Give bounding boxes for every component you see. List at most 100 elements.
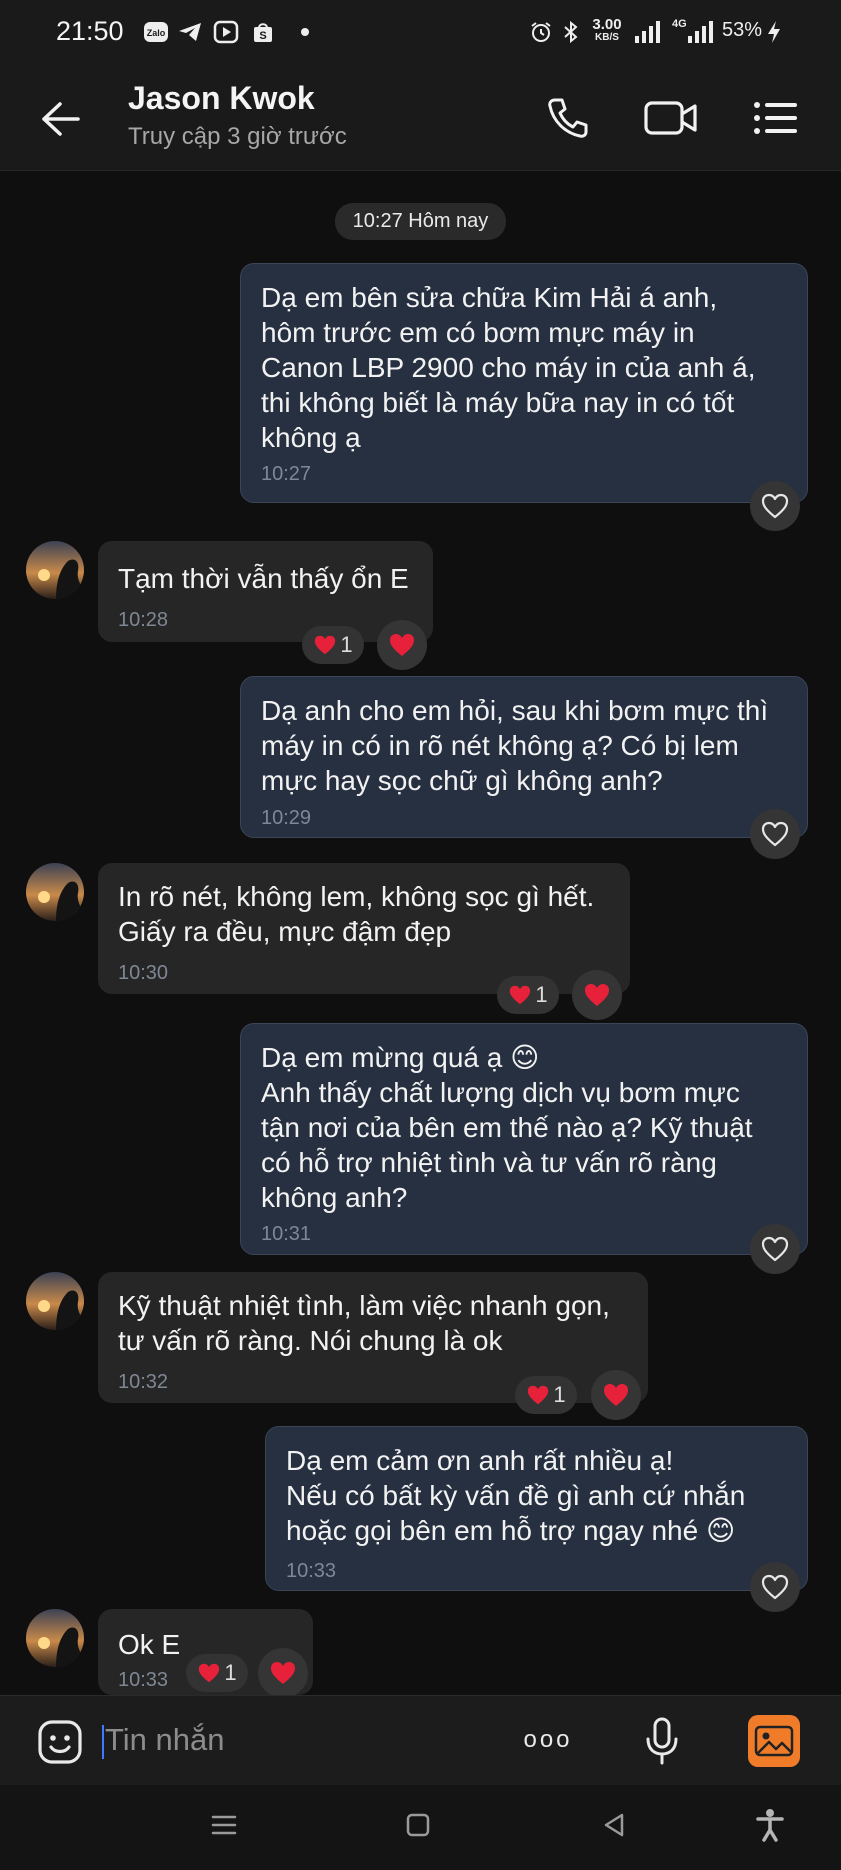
message-time: 10:27 xyxy=(261,463,312,485)
incoming-message[interactable]: In rõ nét, không lem, không sọc gì hết. … xyxy=(98,863,630,994)
heart-icon xyxy=(390,634,414,656)
accessibility-icon xyxy=(756,1809,784,1842)
react-heart-button[interactable] xyxy=(750,481,800,531)
microphone-icon xyxy=(646,1717,678,1765)
message-time: 10:30 xyxy=(118,962,169,984)
contact-name[interactable]: Jason Kwok xyxy=(128,80,315,117)
avatar-sunset-image xyxy=(26,541,84,599)
outgoing-message[interactable]: Dạ em bên sửa chữa Kim Hải á anh, hôm tr… xyxy=(240,263,808,503)
voice-call-button[interactable] xyxy=(540,90,596,146)
sticker-button[interactable] xyxy=(34,1716,86,1768)
video-camera-icon xyxy=(644,101,697,135)
message-time: 10:33 xyxy=(118,1669,169,1691)
accessibility-button[interactable] xyxy=(752,1805,788,1845)
message-input[interactable]: Tin nhắn xyxy=(102,1716,482,1764)
recent-apps-button[interactable] xyxy=(206,1807,242,1843)
more-notifications-dot-icon xyxy=(298,20,312,44)
heart-outline-icon xyxy=(761,1574,789,1600)
message-time: 10:33 xyxy=(286,1560,337,1582)
video-call-button[interactable] xyxy=(640,90,702,146)
heart-outline-icon xyxy=(761,821,789,847)
outgoing-message[interactable]: Dạ anh cho em hỏi, sau khi bơm mực thì m… xyxy=(240,676,808,838)
send-image-button[interactable] xyxy=(748,1715,800,1767)
message-input-bar: Tin nhắn ooo xyxy=(0,1695,841,1786)
heart-icon xyxy=(528,1385,549,1405)
message-text: Dạ anh cho em hỏi, sau khi bơm mực thì m… xyxy=(261,695,769,796)
outgoing-message[interactable]: Dạ em cảm ơn anh rất nhiều ạ! Nếu có bất… xyxy=(265,1426,808,1591)
heart-outline-icon xyxy=(761,493,789,519)
message-text: Dạ em cảm ơn anh rất nhiều ạ! Nếu có bất… xyxy=(286,1445,746,1546)
heart-icon xyxy=(271,1662,295,1684)
media-notification-icon xyxy=(212,20,240,44)
status-bar: 21:50 Zalo S 3.00 KB/S 4G 53% xyxy=(0,0,841,66)
react-heart-button[interactable] xyxy=(572,970,622,1020)
phone-icon xyxy=(548,98,588,138)
system-navigation-bar xyxy=(0,1785,841,1870)
message-time: 10:32 xyxy=(118,1371,169,1393)
back-button[interactable] xyxy=(34,93,86,145)
chat-options-button[interactable] xyxy=(748,90,804,146)
telegram-notification-icon xyxy=(176,20,204,44)
contact-avatar[interactable] xyxy=(26,863,84,921)
react-heart-button[interactable] xyxy=(377,620,427,670)
message-text: Dạ em mừng quá ạ 😊 Anh thấy chất lượng d… xyxy=(261,1042,753,1213)
heart-icon xyxy=(585,984,609,1006)
react-heart-button[interactable] xyxy=(750,809,800,859)
text-cursor xyxy=(102,1724,104,1759)
reaction-summary[interactable]: 1 xyxy=(302,626,364,664)
date-separator: 10:27 Hôm nay xyxy=(0,203,841,240)
more-options-button[interactable]: ooo xyxy=(518,1716,578,1764)
message-time: 10:31 xyxy=(261,1223,312,1245)
back-nav-button[interactable] xyxy=(596,1807,632,1843)
heart-icon xyxy=(604,1384,628,1406)
list-menu-icon xyxy=(754,102,797,134)
home-square-icon xyxy=(406,1813,430,1837)
svg-text:S: S xyxy=(259,30,266,42)
reaction-summary[interactable]: 1 xyxy=(186,1654,248,1692)
message-text: Dạ em bên sửa chữa Kim Hải á anh, hôm tr… xyxy=(261,282,756,453)
signal-strength-2-icon xyxy=(684,20,716,44)
contact-avatar[interactable] xyxy=(26,1272,84,1330)
react-heart-button[interactable] xyxy=(750,1562,800,1612)
heart-icon xyxy=(199,1663,220,1683)
heart-outline-icon xyxy=(761,1236,789,1262)
reaction-count: 1 xyxy=(224,1660,237,1685)
reaction-summary[interactable]: 1 xyxy=(515,1376,577,1414)
message-time: 10:28 xyxy=(118,609,169,631)
home-button[interactable] xyxy=(400,1807,436,1843)
react-heart-button[interactable] xyxy=(258,1648,308,1698)
heart-icon xyxy=(510,985,531,1005)
react-heart-button[interactable] xyxy=(591,1370,641,1420)
network-speed: 3.00 KB/S xyxy=(588,16,626,44)
sticker-smile-icon xyxy=(38,1720,82,1764)
incoming-message[interactable]: Tạm thời vẫn thấy ổn E 10:28 xyxy=(98,541,433,642)
message-input-placeholder: Tin nhắn xyxy=(105,1722,225,1757)
signal-strength-icon xyxy=(634,20,662,44)
alarm-icon xyxy=(528,20,554,44)
contact-last-seen: Truy cập 3 giờ trước xyxy=(128,123,347,150)
contact-avatar[interactable] xyxy=(26,541,84,599)
message-text: Tạm thời vẫn thấy ổn E xyxy=(118,563,409,594)
arrow-left-icon xyxy=(42,102,80,136)
date-separator-label: 10:27 Hôm nay xyxy=(334,203,507,240)
image-gallery-icon xyxy=(754,1725,794,1757)
recent-apps-icon xyxy=(211,1815,237,1835)
bluetooth-icon xyxy=(560,20,582,44)
network-speed-value: 3.00 xyxy=(592,16,622,33)
reaction-count: 1 xyxy=(340,632,353,657)
back-triangle-icon xyxy=(604,1813,624,1837)
avatar-sunset-image xyxy=(26,863,84,921)
reaction-summary[interactable]: 1 xyxy=(497,976,559,1014)
reaction-count: 1 xyxy=(553,1382,566,1407)
heart-icon xyxy=(315,635,336,655)
reaction-count: 1 xyxy=(535,982,548,1007)
contact-avatar[interactable] xyxy=(26,1609,84,1667)
message-text: In rõ nét, không lem, không sọc gì hết. … xyxy=(118,881,595,947)
message-time: 10:29 xyxy=(261,807,312,829)
voice-record-button[interactable] xyxy=(636,1714,688,1770)
outgoing-message[interactable]: Dạ em mừng quá ạ 😊 Anh thấy chất lượng d… xyxy=(240,1023,808,1255)
react-heart-button[interactable] xyxy=(750,1224,800,1274)
svg-text:Zalo: Zalo xyxy=(147,28,166,38)
zalo-notification-icon: Zalo xyxy=(142,20,170,44)
avatar-sunset-image xyxy=(26,1609,84,1667)
